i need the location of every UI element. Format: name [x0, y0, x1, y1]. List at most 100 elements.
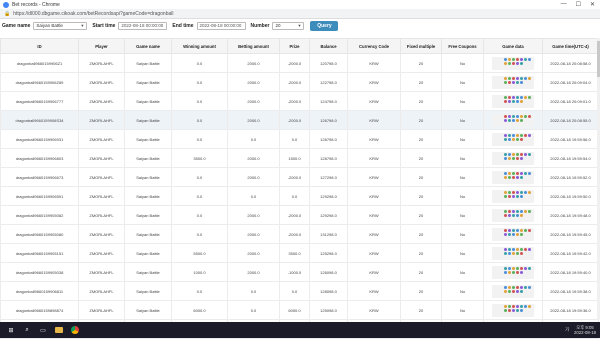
game-data-thumbnail[interactable]	[492, 303, 534, 317]
query-button[interactable]: Query	[310, 20, 339, 31]
chevron-down-icon: ▼	[80, 23, 85, 28]
cell-prize: -1000.0	[279, 262, 310, 282]
taskbar: ⊞ ⌕ ▭ 가 오후 9:05 2022-08-18	[0, 322, 600, 338]
game-data-thumbnail[interactable]	[492, 265, 534, 279]
cell-game-data[interactable]	[483, 281, 543, 301]
cell-game-data[interactable]	[483, 53, 543, 73]
cell-player: ZMORLAHFL	[78, 186, 125, 206]
symbol-icon	[524, 190, 527, 194]
chrome-icon[interactable]	[70, 325, 80, 335]
cell-id: dragonball9660159905080	[0, 224, 79, 244]
cell-free-coupons: No	[441, 53, 484, 73]
input-language[interactable]: 가	[565, 327, 569, 333]
cell-game-data[interactable]	[483, 91, 543, 111]
cell-game-data[interactable]	[483, 148, 543, 168]
symbol-icon	[512, 95, 515, 99]
game-data-thumbnail[interactable]	[492, 189, 534, 203]
symbol-icon	[516, 133, 519, 137]
game-data-thumbnail[interactable]	[492, 246, 534, 260]
game-data-thumbnail[interactable]	[492, 94, 534, 108]
windows-icon[interactable]: ⊞	[6, 325, 16, 335]
cell-betting-amount: 2000.0	[227, 72, 280, 92]
cell-game-name: Saiyan Battle	[124, 91, 172, 111]
cell-game-data[interactable]	[483, 167, 543, 187]
file-explorer-icon[interactable]	[54, 325, 64, 335]
close-button[interactable]: ✕	[590, 1, 595, 8]
cell-id: dragonball9660159906S34	[0, 110, 79, 130]
cell-free-coupons: No	[441, 110, 484, 130]
symbol-icon	[520, 118, 523, 122]
game-data-thumbnail[interactable]	[492, 170, 534, 184]
symbol-icon	[528, 304, 531, 308]
game-data-thumbnail[interactable]	[492, 132, 534, 146]
game-data-thumbnail[interactable]	[492, 208, 534, 222]
cell-game-data[interactable]	[483, 205, 543, 225]
symbol-icon	[508, 133, 511, 137]
symbol-icon	[520, 270, 523, 274]
number-select[interactable]: 20 ▼	[272, 21, 305, 30]
cell-game-name: Saiyan Battle	[124, 53, 172, 73]
cell-game-data[interactable]	[483, 186, 543, 206]
task-view-icon[interactable]: ▭	[38, 325, 48, 335]
symbol-icon	[512, 308, 515, 312]
maximize-button[interactable]: ☐	[576, 1, 581, 8]
cell-game-data[interactable]	[483, 262, 543, 282]
cell-game-data[interactable]	[483, 300, 543, 320]
cell-id: dragonball9660159905038	[0, 262, 79, 282]
cell-game-name: Saiyan Battle	[124, 167, 172, 187]
game-data-thumbnail[interactable]	[492, 151, 534, 165]
game-name-select[interactable]: Saiyan Battle ▼	[33, 21, 88, 30]
cell-game-time: 2022-08-18 19:59:38.0	[542, 281, 599, 301]
symbol-icon	[508, 137, 511, 141]
symbol-icon	[504, 95, 507, 99]
cell-game-data[interactable]	[483, 224, 543, 244]
minimize-button[interactable]: —	[561, 1, 567, 8]
cell-game-data[interactable]	[483, 129, 543, 149]
symbol-icon	[508, 57, 511, 61]
col-header-game-data: Game data	[483, 38, 543, 54]
cell-winning-amount: 0.0	[171, 53, 228, 73]
symbol-icon	[516, 118, 519, 122]
game-data-thumbnail[interactable]	[492, 284, 534, 298]
symbol-icon	[504, 114, 507, 118]
symbol-icon	[520, 171, 523, 175]
game-data-thumbnail[interactable]	[492, 56, 534, 70]
url-text[interactable]: https://dl000.dbgame.cikoak.com/betRecor…	[13, 11, 173, 17]
cell-winning-amount: 0.0	[171, 205, 228, 225]
game-data-thumbnail[interactable]	[492, 113, 534, 127]
game-symbols	[504, 114, 534, 122]
filter-bar: Game name Saiyan Battle ▼ Start time 202…	[0, 18, 600, 33]
symbol-icon	[524, 171, 527, 175]
symbol-icon	[504, 156, 507, 160]
symbol-icon	[512, 232, 515, 236]
end-time-input[interactable]: 2022-08-18 00:00:00	[196, 21, 246, 30]
cell-game-data[interactable]	[483, 72, 543, 92]
cell-fixed-multiple: 20	[400, 110, 442, 130]
col-header-free-coupons: Free Coupons	[441, 38, 484, 54]
symbol-icon	[504, 76, 507, 80]
cell-currency-code: KRW	[347, 262, 401, 282]
cell-currency-code: KRW	[347, 110, 401, 130]
game-data-thumbnail[interactable]	[492, 227, 534, 241]
game-symbols	[504, 304, 534, 312]
search-icon[interactable]: ⌕	[22, 325, 32, 335]
cell-winning-amount: 0.0	[171, 186, 228, 206]
symbol-icon	[508, 251, 511, 255]
symbol-icon	[528, 76, 531, 80]
symbol-icon	[512, 137, 515, 141]
col-header-currency-code: Currency Code	[347, 38, 401, 54]
cell-game-time: 2022-08-18 19:59:52.0	[542, 167, 599, 187]
start-time-input[interactable]: 2022-08-18 00:00:00	[118, 21, 168, 30]
cell-currency-code: KRW	[347, 205, 401, 225]
cell-game-data[interactable]	[483, 243, 543, 263]
cell-game-time: 2022-08-18 19:59:56.0	[542, 129, 599, 149]
cell-free-coupons: No	[441, 91, 484, 111]
game-data-thumbnail[interactable]	[492, 75, 534, 89]
symbol-icon	[528, 133, 531, 137]
clock[interactable]: 오후 9:05 2022-08-18	[574, 325, 596, 335]
start-time-value: 2022-08-18 00:00:00	[121, 23, 164, 28]
cell-game-data[interactable]	[483, 110, 543, 130]
symbol-icon	[524, 152, 527, 156]
cell-fixed-multiple: 20	[400, 91, 442, 111]
symbol-icon	[516, 57, 519, 61]
